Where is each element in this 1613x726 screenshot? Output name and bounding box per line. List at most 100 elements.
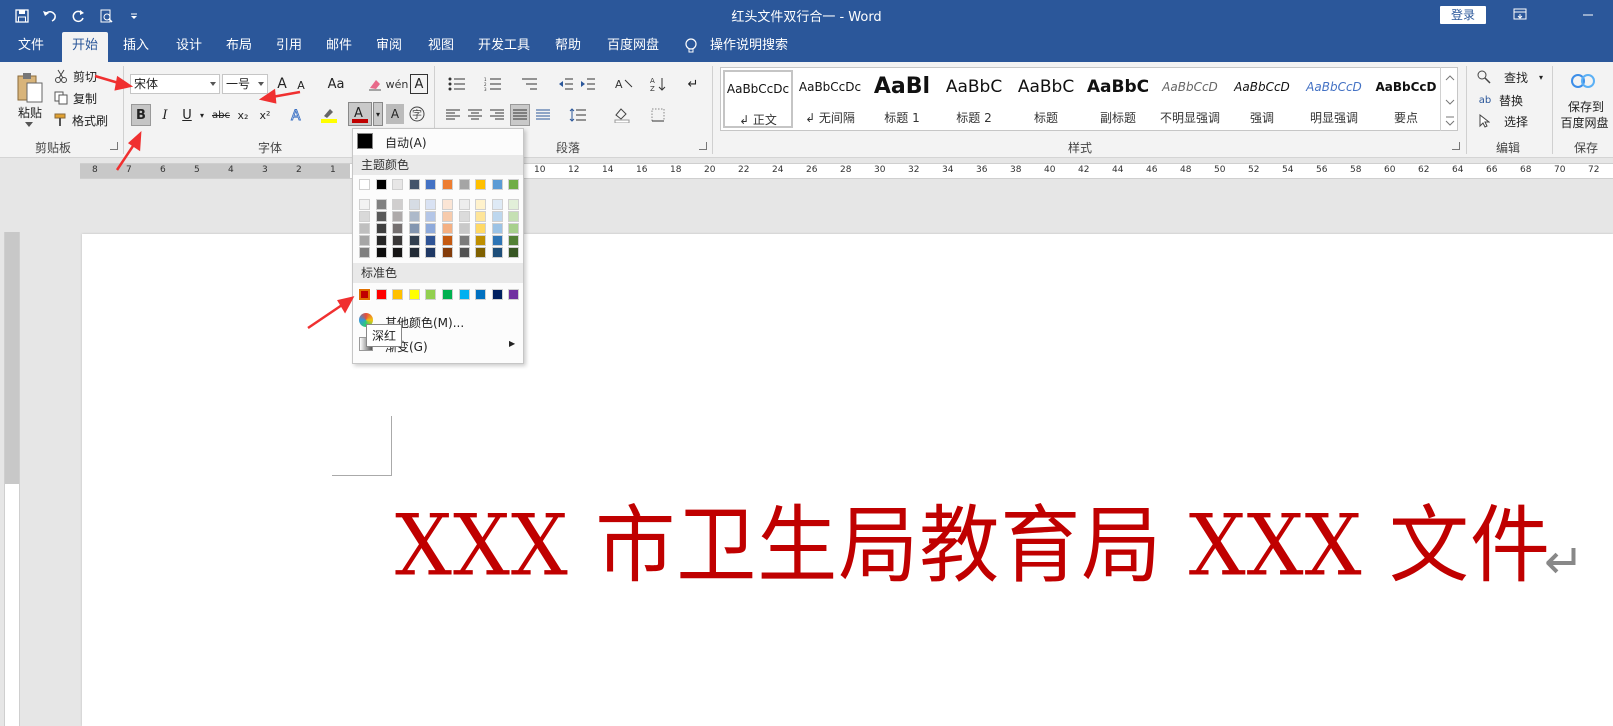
- theme-color-swatch[interactable]: [458, 179, 470, 190]
- format-painter-label[interactable]: 格式刷: [70, 112, 110, 128]
- asian-layout-icon[interactable]: A: [610, 74, 638, 94]
- enclose-characters-icon[interactable]: A: [410, 74, 428, 94]
- theme-shade-swatch[interactable]: [491, 223, 503, 234]
- superscript-button[interactable]: x²: [256, 104, 274, 126]
- theme-shade-swatch[interactable]: [491, 247, 503, 258]
- standard-color-swatch[interactable]: [458, 289, 470, 300]
- highlight-color-icon[interactable]: [318, 104, 340, 126]
- theme-shade-swatch[interactable]: [442, 211, 453, 222]
- theme-shade-swatch[interactable]: [408, 199, 420, 210]
- distributed-icon[interactable]: [534, 106, 552, 124]
- theme-shade-swatch[interactable]: [458, 223, 470, 234]
- tab-baidu-netdisk[interactable]: 百度网盘: [597, 32, 669, 62]
- theme-shade-swatch[interactable]: [491, 199, 503, 210]
- theme-shade-swatch[interactable]: [491, 211, 503, 222]
- tab-design[interactable]: 设计: [166, 32, 212, 62]
- theme-color-swatch[interactable]: [491, 179, 503, 190]
- save-to-baidu-label-2[interactable]: 百度网盘: [1556, 114, 1613, 130]
- theme-color-swatch[interactable]: [408, 179, 420, 190]
- justify-icon[interactable]: [510, 104, 530, 126]
- replace-icon[interactable]: ab: [1476, 90, 1494, 110]
- theme-shade-swatch[interactable]: [408, 223, 420, 234]
- login-button[interactable]: 登录: [1440, 6, 1486, 24]
- theme-color-swatch[interactable]: [508, 179, 520, 190]
- replace-label[interactable]: 替换: [1496, 91, 1526, 109]
- find-dropdown-icon[interactable]: ▾: [1536, 68, 1546, 86]
- theme-shade-swatch[interactable]: [392, 235, 404, 246]
- style-heading-1[interactable]: AaBl 标题 1: [867, 70, 937, 128]
- theme-shade-swatch[interactable]: [442, 247, 453, 258]
- theme-shade-swatch[interactable]: [475, 199, 487, 210]
- theme-shade-swatch[interactable]: [491, 235, 503, 246]
- clipboard-launcher-icon[interactable]: [110, 142, 118, 150]
- theme-color-swatch[interactable]: [359, 179, 370, 190]
- theme-shade-swatch[interactable]: [508, 247, 520, 258]
- tell-me-search[interactable]: 操作说明搜索: [700, 32, 798, 62]
- theme-shade-swatch[interactable]: [359, 211, 370, 222]
- bold-button[interactable]: B: [131, 104, 151, 126]
- standard-color-dark-red[interactable]: [358, 288, 371, 301]
- tab-layout[interactable]: 布局: [216, 32, 262, 62]
- theme-color-swatch[interactable]: [375, 179, 387, 190]
- align-center-icon[interactable]: [466, 106, 484, 124]
- subscript-button[interactable]: x₂: [234, 104, 252, 126]
- theme-shade-swatch[interactable]: [458, 211, 470, 222]
- italic-button[interactable]: I: [156, 104, 174, 126]
- theme-shade-swatch[interactable]: [508, 211, 520, 222]
- minimize-icon[interactable]: [1580, 6, 1598, 24]
- font-name-combo[interactable]: 宋体: [130, 74, 220, 94]
- find-label[interactable]: 查找: [1496, 68, 1536, 86]
- enclose-char-circle-icon[interactable]: 字: [408, 104, 426, 124]
- style-no-spacing[interactable]: AaBbCcDc ↲ 无间隔: [795, 70, 865, 128]
- theme-shade-swatch[interactable]: [375, 223, 387, 234]
- find-icon[interactable]: [1476, 68, 1492, 86]
- style-normal[interactable]: AaBbCcDc ↲ 正文: [723, 70, 793, 128]
- theme-color-swatch[interactable]: [442, 179, 453, 190]
- theme-shade-swatch[interactable]: [375, 247, 387, 258]
- theme-shade-swatch[interactable]: [458, 235, 470, 246]
- underline-dropdown-icon[interactable]: ▾: [197, 104, 207, 126]
- theme-shade-swatch[interactable]: [359, 235, 370, 246]
- theme-shade-swatch[interactable]: [359, 223, 370, 234]
- font-name-dropdown-icon[interactable]: [210, 82, 216, 86]
- document-page[interactable]: XXX 市卫生局教育局 XXX 文件 ↵: [82, 234, 1613, 726]
- theme-shade-swatch[interactable]: [375, 199, 387, 210]
- show-marks-icon[interactable]: ↵: [684, 74, 702, 94]
- styles-gallery-scroll[interactable]: [1440, 67, 1458, 131]
- theme-shade-swatch[interactable]: [458, 199, 470, 210]
- theme-shade-swatch[interactable]: [475, 235, 487, 246]
- font-color-dropdown-icon[interactable]: ▾: [373, 102, 383, 126]
- character-shading-icon[interactable]: A: [386, 104, 404, 124]
- theme-shade-swatch[interactable]: [392, 223, 404, 234]
- shrink-font-icon[interactable]: A: [294, 76, 308, 94]
- phonetic-guide-icon[interactable]: wén: [386, 74, 409, 94]
- decrease-indent-icon[interactable]: [556, 74, 576, 94]
- tab-insert[interactable]: 插入: [113, 32, 159, 62]
- theme-shade-swatch[interactable]: [375, 235, 387, 246]
- theme-shade-swatch[interactable]: [392, 199, 404, 210]
- tab-developer[interactable]: 开发工具: [468, 32, 540, 62]
- theme-shade-swatch[interactable]: [408, 211, 420, 222]
- underline-button[interactable]: U: [178, 104, 196, 126]
- font-size-combo[interactable]: 一号: [222, 74, 268, 94]
- style-title[interactable]: AaBbC 标题: [1011, 70, 1081, 128]
- tab-view[interactable]: 视图: [418, 32, 464, 62]
- theme-shade-swatch[interactable]: [475, 211, 487, 222]
- tab-file[interactable]: 文件: [8, 32, 54, 62]
- standard-color-swatch[interactable]: [442, 289, 453, 300]
- style-subtitle[interactable]: AaBbC 副标题: [1083, 70, 1153, 128]
- theme-shade-swatch[interactable]: [359, 247, 370, 258]
- theme-shade-swatch[interactable]: [425, 199, 437, 210]
- paste-label[interactable]: 粘贴: [10, 104, 50, 120]
- copy-icon[interactable]: [54, 90, 68, 106]
- font-color-button[interactable]: A: [348, 102, 372, 126]
- vertical-ruler[interactable]: [4, 232, 20, 726]
- theme-color-swatch[interactable]: [425, 179, 437, 190]
- baidu-netdisk-icon[interactable]: [1568, 68, 1598, 94]
- theme-shade-swatch[interactable]: [392, 247, 404, 258]
- tab-review[interactable]: 审阅: [366, 32, 412, 62]
- theme-shade-swatch[interactable]: [442, 235, 453, 246]
- sort-icon[interactable]: AZ: [648, 74, 668, 94]
- theme-shade-swatch[interactable]: [508, 223, 520, 234]
- strikethrough-button[interactable]: abc: [210, 104, 232, 126]
